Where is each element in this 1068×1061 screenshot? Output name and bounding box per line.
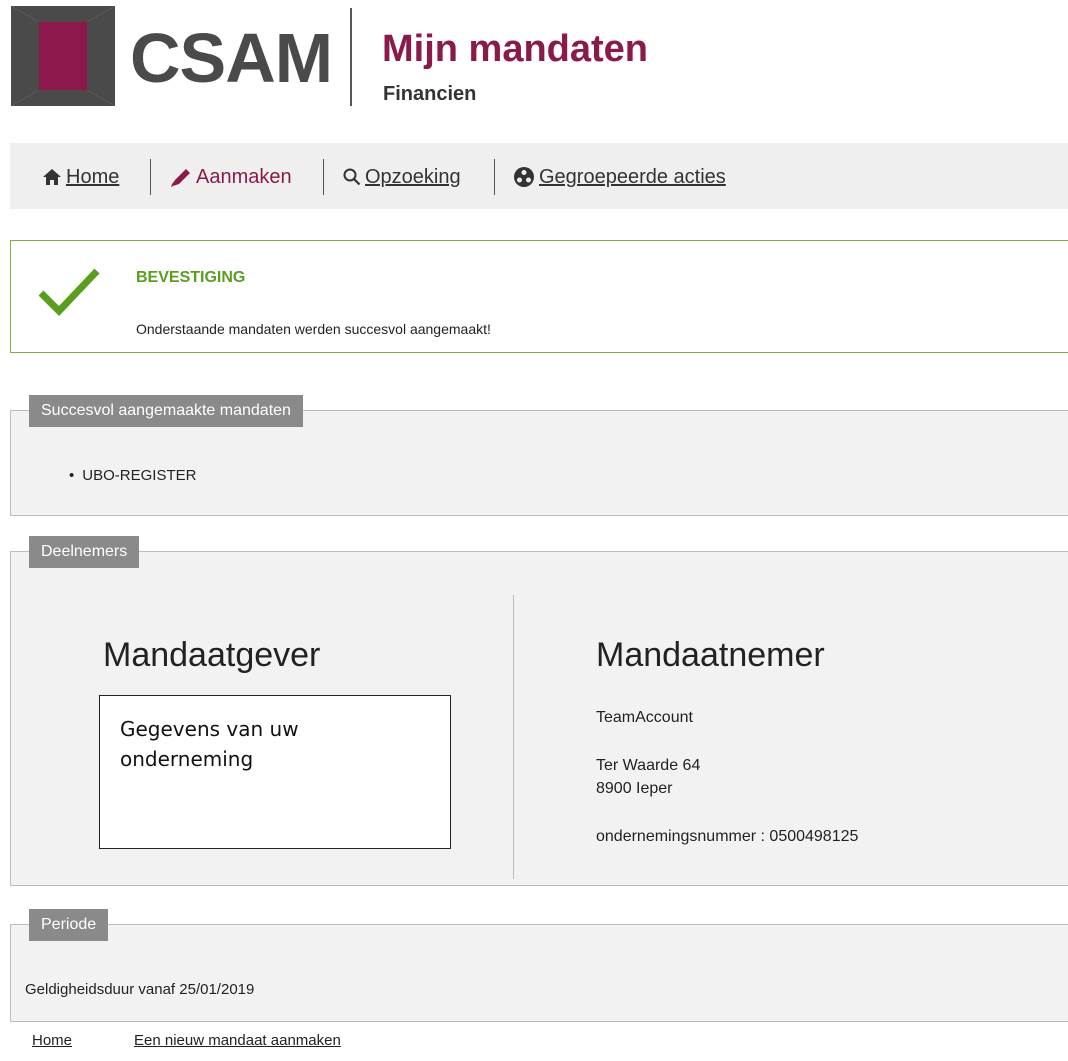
mandatee-address-line1: Ter Waarde 64 xyxy=(596,757,701,774)
nav-aanmaken[interactable]: Aanmaken xyxy=(170,163,292,191)
mandator-title: Mandaatgever xyxy=(103,636,321,674)
list-item: UBO-REGISTER xyxy=(69,467,196,484)
nav-opzoeking[interactable]: Opzoeking xyxy=(343,163,461,191)
app-title: Mijn mandaten xyxy=(382,28,649,70)
confirmation-box: BEVESTIGING Onderstaande mandaten werden… xyxy=(10,240,1068,353)
created-mandates-legend: Succesvol aangemaakte mandaten xyxy=(29,395,303,427)
nav-divider xyxy=(150,159,151,195)
participants-legend: Deelnemers xyxy=(29,536,140,568)
nav-gegroepeerde-acties[interactable]: Gegroepeerde acties xyxy=(513,163,726,191)
mandatee-address-line2: 8900 Ieper xyxy=(596,780,673,797)
group-icon xyxy=(514,167,534,187)
header-divider xyxy=(350,8,352,106)
csam-logo-mark-icon xyxy=(11,6,115,106)
logo-text: CSAM xyxy=(130,19,333,97)
period-text: Geldigheidsduur vanaf 25/01/2019 xyxy=(25,981,255,998)
footer-home-link[interactable]: Home xyxy=(32,1032,72,1049)
home-icon xyxy=(43,169,61,185)
confirmation-title: BEVESTIGING xyxy=(136,269,246,286)
confirmation-message: Onderstaande mandaten werden succesvol a… xyxy=(136,321,491,337)
participants-section: Deelnemers Mandaatgever Gegevens van uw … xyxy=(10,536,1068,886)
mandatee-name: TeamAccount xyxy=(596,709,693,726)
app-subtitle: Financien xyxy=(383,83,477,105)
period-section: Periode Geldigheidsduur vanaf 25/01/2019 xyxy=(10,909,1068,1022)
nav-divider xyxy=(494,159,495,195)
checkmark-icon xyxy=(38,268,100,317)
nav-divider xyxy=(323,159,324,195)
created-mandates-section: Succesvol aangemaakte mandaten UBO-REGIS… xyxy=(10,395,1068,516)
nav-gegroepeerde-acties-label: Gegroepeerde acties xyxy=(539,166,726,188)
csam-logo: CSAM xyxy=(11,6,333,106)
nav-home[interactable]: Home xyxy=(42,163,119,191)
nav-aanmaken-label: Aanmaken xyxy=(196,166,292,188)
search-icon xyxy=(343,168,361,186)
mandator-details-placeholder: Gegevens van uw onderneming xyxy=(99,695,451,849)
nav-home-label: Home xyxy=(66,166,120,188)
mandatee-company-number: ondernemingsnummer : 0500498125 xyxy=(596,828,859,845)
column-divider xyxy=(513,595,514,879)
footer-new-mandate-link[interactable]: Een nieuw mandaat aanmaken xyxy=(134,1032,341,1049)
main-nav: Home Aanmaken Opzoeking Gegroepeerde act… xyxy=(10,143,1068,209)
pencil-icon xyxy=(171,169,190,187)
nav-opzoeking-label: Opzoeking xyxy=(365,166,461,188)
mandatee-title: Mandaatnemer xyxy=(596,636,825,674)
period-legend: Periode xyxy=(29,909,109,941)
